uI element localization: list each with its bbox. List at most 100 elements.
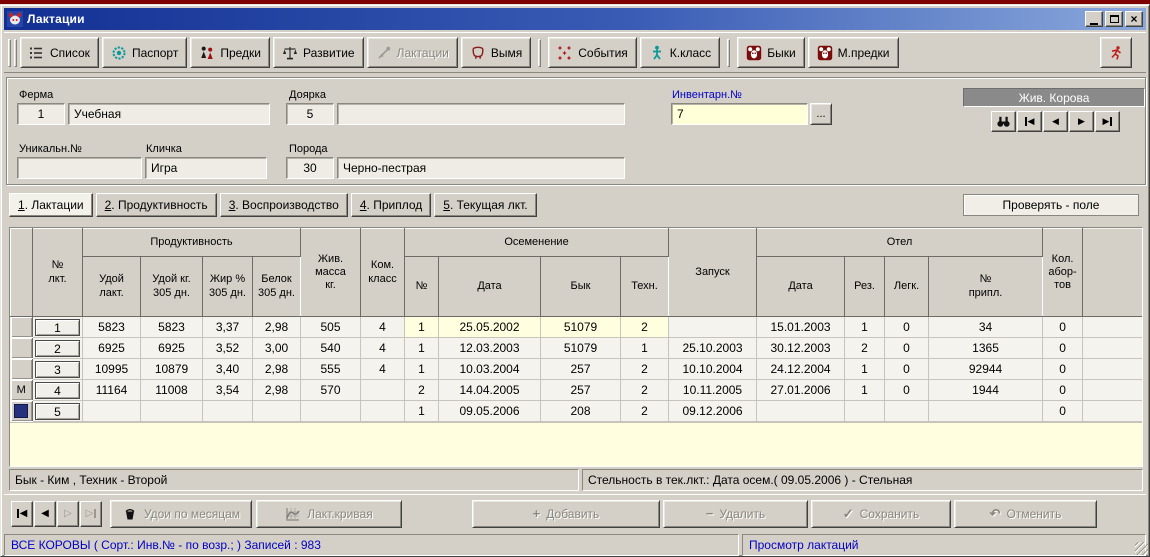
table-cell[interactable]: 0 xyxy=(885,317,929,338)
lact-no-cell[interactable]: 5 xyxy=(33,401,83,422)
milkmaid-code-field[interactable] xyxy=(286,103,334,125)
tab-offspring[interactable]: 4. Приплод xyxy=(351,193,431,217)
farm-name-field[interactable] xyxy=(68,103,270,125)
table-cell[interactable]: 6925 xyxy=(141,338,203,359)
next-record-button[interactable]: ▶ xyxy=(1069,111,1094,132)
table-cell[interactable]: 10.03.2004 xyxy=(439,359,541,380)
complex-class-button[interactable]: К.класс xyxy=(640,37,720,68)
bulls-button[interactable]: Быки xyxy=(737,37,804,68)
table-cell[interactable]: 1 xyxy=(845,359,885,380)
table-cell[interactable]: 14.04.2005 xyxy=(439,380,541,401)
row-marker[interactable] xyxy=(11,338,33,359)
table-cell[interactable]: 10995 xyxy=(83,359,141,380)
table-cell[interactable]: 4 xyxy=(361,359,405,380)
table-cell[interactable]: 570 xyxy=(301,380,361,401)
toolbar-grip[interactable] xyxy=(14,39,17,67)
table-cell[interactable]: 540 xyxy=(301,338,361,359)
passport-button[interactable]: Паспорт xyxy=(102,37,187,68)
prev-record-button[interactable]: ◀ xyxy=(1043,111,1068,132)
table-cell[interactable]: 15.01.2003 xyxy=(757,317,845,338)
table-cell[interactable]: 0 xyxy=(1043,317,1083,338)
table-cell[interactable]: 2 xyxy=(405,380,439,401)
table-cell[interactable] xyxy=(203,401,253,422)
table-cell[interactable]: 11008 xyxy=(141,380,203,401)
table-cell[interactable]: 1944 xyxy=(929,380,1043,401)
table-cell[interactable] xyxy=(253,401,301,422)
save-button[interactable]: ✓ Сохранить xyxy=(811,500,951,528)
resize-grip[interactable] xyxy=(1135,542,1148,555)
table-cell[interactable]: 2 xyxy=(845,338,885,359)
grid-next-button[interactable]: ▷ xyxy=(57,501,79,527)
delete-button[interactable]: − Удалить xyxy=(663,500,808,528)
table-cell[interactable]: 09.12.2006 xyxy=(669,401,757,422)
table-cell[interactable] xyxy=(669,317,757,338)
table-cell[interactable] xyxy=(885,401,929,422)
table-cell[interactable]: 09.05.2006 xyxy=(439,401,541,422)
list-button[interactable]: Список xyxy=(20,37,99,68)
table-cell[interactable]: 27.01.2006 xyxy=(757,380,845,401)
table-cell[interactable]: 4 xyxy=(361,317,405,338)
milkmaid-name-field[interactable] xyxy=(337,103,625,125)
table-cell[interactable]: 12.03.2003 xyxy=(439,338,541,359)
table-cell[interactable]: 2 xyxy=(621,401,669,422)
table-cell[interactable]: 92944 xyxy=(929,359,1043,380)
table-cell[interactable]: 25.05.2002 xyxy=(439,317,541,338)
table-cell[interactable]: 6925 xyxy=(83,338,141,359)
tab-productivity[interactable]: 2. Продуктивность xyxy=(96,193,217,217)
development-button[interactable]: Развитие xyxy=(273,37,364,68)
table-cell[interactable]: 5823 xyxy=(83,317,141,338)
table-cell[interactable]: 25.10.2003 xyxy=(669,338,757,359)
breed-code-field[interactable] xyxy=(286,157,334,179)
nickname-field[interactable] xyxy=(145,157,267,179)
lact-no-cell[interactable]: 3 xyxy=(33,359,83,380)
table-cell[interactable]: 257 xyxy=(541,359,621,380)
table-cell[interactable]: 0 xyxy=(885,338,929,359)
lactations-button[interactable]: Лактации xyxy=(367,37,458,68)
table-cell[interactable]: 3,37 xyxy=(203,317,253,338)
check-field-button[interactable]: Проверять - поле xyxy=(963,194,1139,216)
table-cell[interactable]: 34 xyxy=(929,317,1043,338)
search-button[interactable] xyxy=(991,111,1016,132)
table-cell[interactable]: 3,00 xyxy=(253,338,301,359)
tab-current-lactation[interactable]: 5. Текущая лкт. xyxy=(434,193,536,217)
first-record-button[interactable]: ◀ xyxy=(1017,111,1042,132)
grid-prev-button[interactable]: ◀ xyxy=(34,501,56,527)
toolbar-grip[interactable] xyxy=(8,39,11,67)
tab-reproduction[interactable]: 3. Воспроизводство xyxy=(220,193,348,217)
minimize-button[interactable] xyxy=(1085,11,1103,27)
table-cell[interactable]: 51079 xyxy=(541,317,621,338)
grid-last-button[interactable]: ▷ xyxy=(80,501,102,527)
milk-by-month-button[interactable]: Удои по месяцам xyxy=(110,500,252,528)
current-row-marker[interactable] xyxy=(11,401,33,422)
udder-button[interactable]: Вымя xyxy=(461,37,531,68)
table-cell[interactable]: 1 xyxy=(621,338,669,359)
table-cell[interactable]: 2 xyxy=(621,359,669,380)
table-cell[interactable] xyxy=(757,401,845,422)
table-cell[interactable] xyxy=(301,401,361,422)
table-cell[interactable]: 257 xyxy=(541,380,621,401)
table-cell[interactable]: 0 xyxy=(1043,338,1083,359)
table-cell[interactable] xyxy=(361,380,405,401)
grid-first-button[interactable]: ◀ xyxy=(11,501,33,527)
last-record-button[interactable]: ▶ xyxy=(1095,111,1120,132)
table-cell[interactable] xyxy=(845,401,885,422)
table-cell[interactable]: 1 xyxy=(845,380,885,401)
add-button[interactable]: + Добавить xyxy=(472,500,660,528)
row-marker[interactable] xyxy=(11,317,33,338)
table-cell[interactable]: 4 xyxy=(361,338,405,359)
table-cell[interactable]: 2,98 xyxy=(253,317,301,338)
events-button[interactable]: События xyxy=(548,37,637,68)
table-cell[interactable]: 10.11.2005 xyxy=(669,380,757,401)
row-marker[interactable] xyxy=(11,359,33,380)
table-cell[interactable]: 1365 xyxy=(929,338,1043,359)
table-cell[interactable]: 2,98 xyxy=(253,359,301,380)
farm-code-field[interactable] xyxy=(17,103,65,125)
exit-run-button[interactable] xyxy=(1100,37,1132,68)
lactation-curve-button[interactable]: Лакт.кривая xyxy=(256,500,402,528)
table-cell[interactable] xyxy=(83,401,141,422)
table-cell[interactable]: 555 xyxy=(301,359,361,380)
cancel-button[interactable]: ↶ Отменить xyxy=(954,500,1097,528)
lact-no-cell[interactable]: 2 xyxy=(33,338,83,359)
table-cell[interactable]: 2 xyxy=(621,317,669,338)
table-cell[interactable]: 30.12.2003 xyxy=(757,338,845,359)
